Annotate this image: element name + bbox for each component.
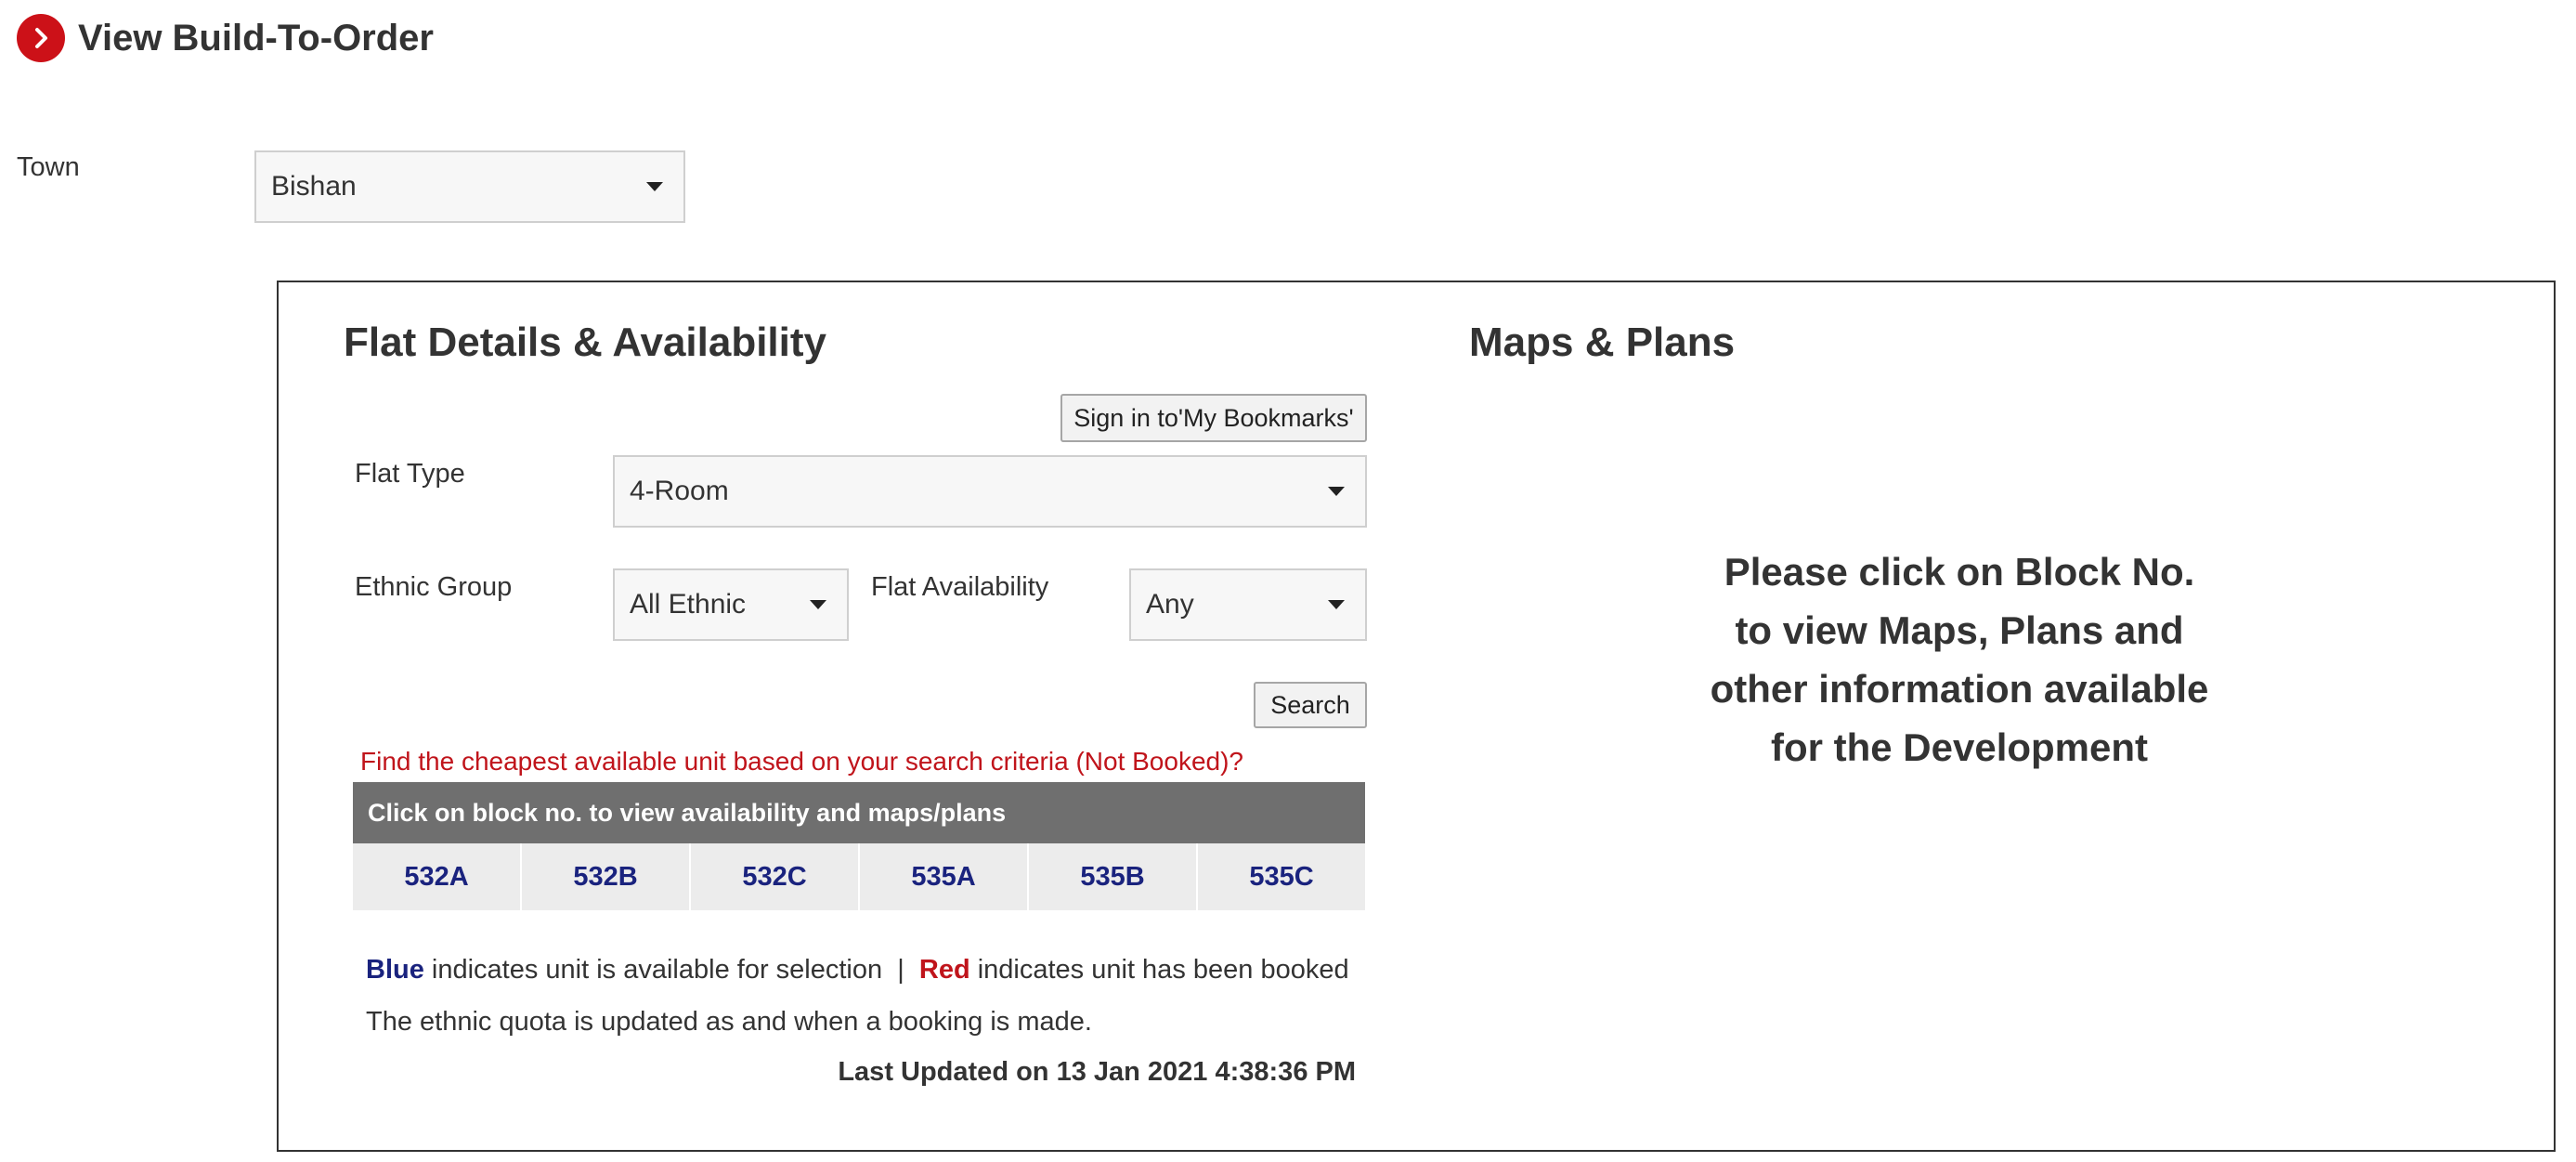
blocks-row: 532A 532B 532C 535A 535B 535C — [353, 843, 1365, 910]
ethnic-group-select[interactable]: All Ethnic — [613, 568, 849, 641]
page-header: View Build-To-Order — [17, 13, 434, 63]
town-select[interactable]: Bishan — [254, 150, 685, 223]
maps-plans-message: Please click on Block No. to view Maps, … — [1625, 542, 2294, 777]
maps-message-line: Please click on Block No. — [1724, 550, 2195, 594]
results-panel: Flat Details & Availability Sign in to'M… — [277, 281, 2556, 1152]
legend-red-text: indicates unit has been booked — [969, 955, 1349, 985]
flat-type-select[interactable]: 4-Room — [613, 455, 1367, 528]
caret-down-icon — [1328, 600, 1345, 609]
sign-in-bookmarks-button[interactable]: Sign in to'My Bookmarks' — [1060, 394, 1367, 442]
availability-legend: Blue indicates unit is available for sel… — [366, 955, 1349, 986]
town-label: Town — [17, 152, 80, 182]
legend-blue-word: Blue — [366, 955, 424, 985]
maps-plans-heading: Maps & Plans — [1469, 320, 1736, 365]
block-link-535b[interactable]: 535B — [1029, 843, 1198, 910]
page-title: View Build-To-Order — [78, 17, 434, 59]
cheapest-unit-link[interactable]: Find the cheapest available unit based o… — [360, 747, 1243, 777]
flat-details-heading: Flat Details & Availability — [344, 320, 827, 365]
flat-availability-select[interactable]: Any — [1129, 568, 1367, 641]
block-link-532b[interactable]: 532B — [522, 843, 691, 910]
caret-down-icon — [810, 600, 826, 609]
search-button[interactable]: Search — [1254, 682, 1367, 728]
flat-type-value: 4-Room — [630, 476, 729, 506]
town-select-value: Bishan — [271, 171, 357, 202]
caret-down-icon — [646, 182, 663, 191]
block-link-532c[interactable]: 532C — [691, 843, 860, 910]
maps-message-line: for the Development — [1770, 725, 2149, 769]
ethnic-quota-note: The ethnic quota is updated as and when … — [366, 1007, 1092, 1037]
block-link-532a[interactable]: 532A — [353, 843, 522, 910]
last-updated-timestamp: Last Updated on 13 Jan 2021 4:38:36 PM — [838, 1057, 1356, 1087]
blocks-table-header: Click on block no. to view availability … — [353, 782, 1365, 843]
ethnic-group-value: All Ethnic — [630, 589, 747, 620]
chevron-right-icon — [17, 14, 65, 62]
maps-message-line: other information available — [1710, 667, 2209, 711]
block-link-535a[interactable]: 535A — [860, 843, 1029, 910]
blocks-table: Click on block no. to view availability … — [353, 782, 1365, 910]
legend-red-word: Red — [918, 955, 970, 985]
flat-availability-value: Any — [1146, 589, 1194, 620]
block-link-535c[interactable]: 535C — [1198, 843, 1365, 910]
maps-message-line: to view Maps, Plans and — [1735, 608, 2184, 652]
flat-availability-label: Flat Availability — [871, 572, 1049, 602]
caret-down-icon — [1328, 487, 1345, 496]
ethnic-group-label: Ethnic Group — [355, 572, 513, 602]
flat-type-label: Flat Type — [355, 459, 465, 489]
legend-blue-text: indicates unit is available for selectio… — [423, 955, 919, 985]
